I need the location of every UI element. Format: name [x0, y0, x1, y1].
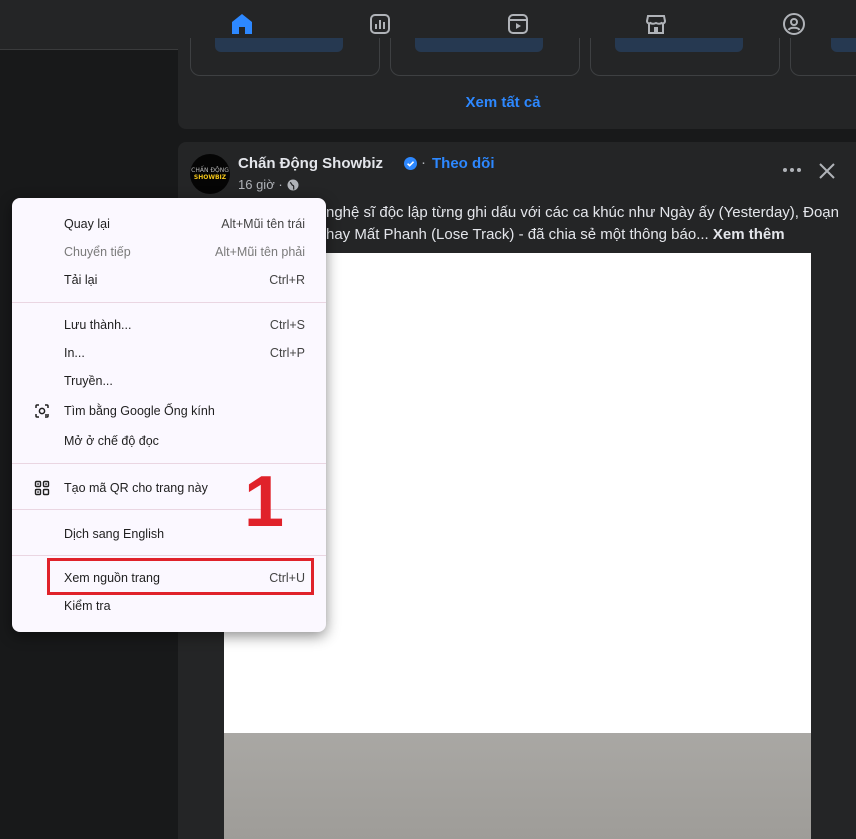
suggestion-add-button[interactable]: [215, 38, 343, 52]
menu-item-shortcut: Alt+Mũi tên trái: [221, 217, 305, 231]
suggestion-item[interactable]: [190, 38, 380, 76]
menu-item-label: Tìm bằng Google Ống kính: [64, 404, 215, 418]
page-name-link[interactable]: Chấn Động Showbiz: [238, 155, 383, 172]
see-all-link[interactable]: Xem tất cả: [178, 94, 856, 111]
caption-line: hay Mất Phanh (Lose Track) - đã chia sẻ …: [326, 226, 709, 243]
highlight-box-view-source: [47, 558, 314, 595]
close-icon[interactable]: [818, 162, 836, 180]
see-more-link[interactable]: Xem thêm: [713, 226, 785, 243]
menu-item-forward: Chuyển tiếp Alt+Mũi tên phải: [12, 238, 326, 266]
avatar-logo-text: SHOWBIZ: [193, 174, 227, 181]
separator-dot: ·: [421, 154, 426, 171]
post-time-text: 16 giờ ·: [238, 177, 283, 192]
google-lens-icon: [35, 404, 49, 418]
video-icon: [508, 14, 528, 34]
menu-item-label: Tạo mã QR cho trang này: [64, 481, 208, 495]
post-more-options-button[interactable]: [782, 160, 802, 180]
menu-item-label: Dịch sang English: [64, 527, 165, 541]
menu-item-reading-mode[interactable]: Mở ở chế độ đọc: [12, 427, 326, 455]
home-icon: [232, 14, 252, 34]
suggestion-add-button[interactable]: [415, 38, 543, 52]
more-dot-icon: [783, 168, 787, 172]
page-avatar[interactable]: CHẤN ĐỘNG SHOWBIZ: [190, 154, 230, 194]
more-dot-icon: [797, 168, 801, 172]
bar-chart-icon: [370, 14, 390, 34]
more-dot-icon: [790, 168, 794, 172]
menu-item-back[interactable]: Quay lại Alt+Mũi tên trái: [12, 210, 326, 238]
menu-item-save-as[interactable]: Lưu thành... Ctrl+S: [12, 311, 326, 339]
marketplace-icon: [645, 15, 667, 34]
menu-item-shortcut: Ctrl+S: [269, 318, 305, 332]
menu-divider: [12, 555, 326, 556]
avatar-logo-text: CHẤN ĐỘNG: [191, 167, 229, 174]
menu-item-label: In...: [64, 346, 85, 360]
suggestion-item[interactable]: [590, 38, 780, 76]
suggestions-card: Xem tất cả: [178, 38, 856, 129]
menu-item-inspect[interactable]: Kiểm tra: [12, 592, 326, 620]
suggestion-item[interactable]: [390, 38, 580, 76]
post-timestamp[interactable]: 16 giờ ·: [238, 177, 299, 192]
menu-item-label: Truyền...: [64, 374, 113, 388]
menu-divider: [12, 302, 326, 303]
menu-item-cast[interactable]: Truyền...: [12, 367, 326, 395]
menu-item-label: Lưu thành...: [64, 318, 132, 332]
suggestion-add-button[interactable]: [615, 38, 743, 52]
step-number-label: 1: [244, 462, 285, 542]
suggestion-item[interactable]: [790, 38, 856, 76]
verified-badge-icon: [404, 157, 417, 170]
menu-item-shortcut: Ctrl+P: [269, 346, 305, 360]
menu-item-label: Chuyển tiếp: [64, 245, 131, 259]
menu-item-label: Tải lại: [64, 273, 98, 287]
menu-item-google-lens[interactable]: Tìm bằng Google Ống kính: [12, 397, 326, 425]
menu-item-shortcut: Alt+Mũi tên phải: [215, 245, 305, 259]
globe-icon: [287, 179, 299, 190]
follow-button[interactable]: Theo dõi: [432, 155, 495, 172]
menu-item-shortcut: Ctrl+R: [269, 273, 305, 287]
groups-icon: [783, 13, 805, 35]
menu-item-reload[interactable]: Tải lại Ctrl+R: [12, 266, 326, 294]
menu-item-print[interactable]: In... Ctrl+P: [12, 339, 326, 367]
qr-code-icon: [34, 480, 50, 496]
menu-item-label: Quay lại: [64, 217, 110, 231]
suggestion-add-button[interactable]: [831, 38, 856, 52]
menu-item-label: Mở ở chế độ đọc: [64, 434, 159, 448]
menu-item-label: Kiểm tra: [64, 599, 111, 613]
